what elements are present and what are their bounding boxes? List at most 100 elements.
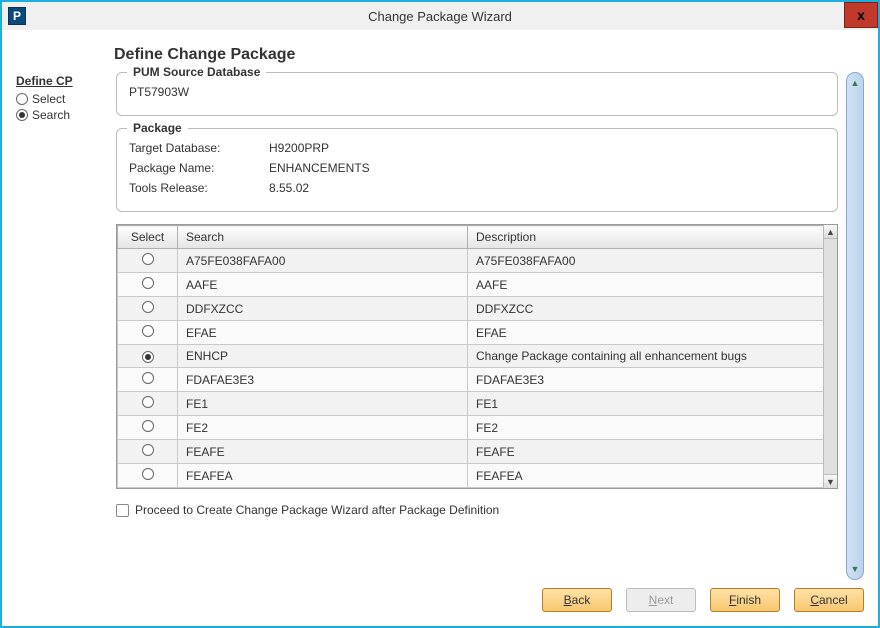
row-description-cell: FE2 — [468, 416, 837, 440]
results-table: Select Search Description A75FE038FAFA00… — [117, 225, 837, 488]
nav-title: Define CP — [16, 74, 116, 88]
row-select-cell[interactable] — [118, 368, 178, 392]
row-select-cell[interactable] — [118, 345, 178, 368]
radio-icon[interactable] — [142, 253, 154, 265]
col-header-select[interactable]: Select — [118, 226, 178, 249]
titlebar: P Change Package Wizard x — [2, 2, 878, 30]
close-button[interactable]: x — [844, 2, 878, 28]
row-search-cell: FEAFE — [178, 440, 468, 464]
radio-icon[interactable] — [142, 444, 154, 456]
window-title: Change Package Wizard — [2, 9, 878, 24]
row-search-cell: ENHCP — [178, 345, 468, 368]
proceed-checkbox-row[interactable]: Proceed to Create Change Package Wizard … — [116, 503, 838, 517]
col-header-search[interactable]: Search — [178, 226, 468, 249]
row-description-cell: Change Package containing all enhancemen… — [468, 345, 837, 368]
row-description-cell: A75FE038FAFA00 — [468, 249, 837, 273]
radio-icon — [16, 93, 28, 105]
value: H9200PRP — [269, 141, 329, 155]
label: Tools Release: — [129, 181, 269, 195]
row-select-cell[interactable] — [118, 321, 178, 345]
row-select-cell[interactable] — [118, 440, 178, 464]
row-description-cell: DDFXZCC — [468, 297, 837, 321]
page-heading: Define Change Package — [114, 46, 864, 64]
radio-icon[interactable] — [142, 468, 154, 480]
row-search-cell: EFAE — [178, 321, 468, 345]
label: Target Database: — [129, 141, 269, 155]
content-area: PUM Source Database PT57903W Package Tar… — [116, 72, 864, 580]
scroll-down-icon[interactable]: ▼ — [847, 561, 863, 577]
package-row-tools: Tools Release: 8.55.02 — [129, 181, 825, 195]
radio-icon — [16, 109, 28, 121]
value: ENHANCEMENTS — [269, 161, 370, 175]
table-row[interactable]: FEAFEAFEAFEA — [118, 464, 837, 488]
content-scroll: PUM Source Database PT57903W Package Tar… — [116, 72, 846, 580]
row-select-cell[interactable] — [118, 249, 178, 273]
radio-icon[interactable] — [142, 396, 154, 408]
table-row[interactable]: FE2FE2 — [118, 416, 837, 440]
row-search-cell: FE2 — [178, 416, 468, 440]
panel-legend: PUM Source Database — [127, 65, 266, 79]
panel-legend: Package — [127, 121, 188, 135]
table-row[interactable]: FDAFAE3E3FDAFAE3E3 — [118, 368, 837, 392]
row-description-cell: FEAFE — [468, 440, 837, 464]
row-search-cell: FDAFAE3E3 — [178, 368, 468, 392]
row-select-cell[interactable] — [118, 297, 178, 321]
nav-item-select[interactable]: Select — [16, 92, 116, 106]
table-row[interactable]: FE1FE1 — [118, 392, 837, 416]
radio-icon[interactable] — [142, 372, 154, 384]
radio-icon[interactable] — [142, 277, 154, 289]
radio-icon[interactable] — [142, 420, 154, 432]
next-button: Next — [626, 588, 696, 612]
app-icon: P — [8, 7, 26, 25]
value: 8.55.02 — [269, 181, 309, 195]
table-row[interactable]: FEAFEFEAFE — [118, 440, 837, 464]
checkbox-icon[interactable] — [116, 504, 129, 517]
wizard-window: P Change Package Wizard x Define Change … — [0, 0, 880, 628]
row-search-cell: FE1 — [178, 392, 468, 416]
row-search-cell: FEAFEA — [178, 464, 468, 488]
package-row-target: Target Database: H9200PRP — [129, 141, 825, 155]
scroll-up-icon[interactable]: ▲ — [847, 75, 863, 91]
client-area: Define Change Package Define CP Select S… — [2, 30, 878, 626]
radio-icon[interactable] — [142, 301, 154, 313]
scroll-up-icon[interactable]: ▲ — [824, 225, 837, 239]
button-bar: Back Next Finish Cancel — [16, 588, 864, 612]
grid-scrollbar[interactable]: ▲ ▼ — [823, 225, 837, 488]
table-row[interactable]: DDFXZCCDDFXZCC — [118, 297, 837, 321]
radio-icon[interactable] — [142, 351, 154, 363]
row-description-cell: FEAFEA — [468, 464, 837, 488]
row-select-cell[interactable] — [118, 392, 178, 416]
package-row-name: Package Name: ENHANCEMENTS — [129, 161, 825, 175]
col-header-description[interactable]: Description — [468, 226, 837, 249]
scrollbar-track[interactable]: ▲ ▼ — [846, 72, 864, 580]
row-search-cell: A75FE038FAFA00 — [178, 249, 468, 273]
content-scrollbar[interactable]: ▲ ▼ — [846, 72, 864, 580]
finish-button[interactable]: Finish — [710, 588, 780, 612]
body-row: Define CP Select Search PUM Source Datab… — [16, 72, 864, 580]
package-panel: Package Target Database: H9200PRP Packag… — [116, 128, 838, 212]
label: Package Name: — [129, 161, 269, 175]
row-select-cell[interactable] — [118, 464, 178, 488]
nav-item-label: Search — [32, 108, 70, 122]
left-nav: Define CP Select Search — [16, 72, 116, 580]
row-search-cell: AAFE — [178, 273, 468, 297]
table-row[interactable]: A75FE038FAFA00A75FE038FAFA00 — [118, 249, 837, 273]
radio-icon[interactable] — [142, 325, 154, 337]
cancel-button[interactable]: Cancel — [794, 588, 864, 612]
proceed-checkbox-label: Proceed to Create Change Package Wizard … — [135, 503, 499, 517]
table-row[interactable]: EFAEEFAE — [118, 321, 837, 345]
row-description-cell: EFAE — [468, 321, 837, 345]
nav-item-search[interactable]: Search — [16, 108, 116, 122]
row-select-cell[interactable] — [118, 416, 178, 440]
row-select-cell[interactable] — [118, 273, 178, 297]
back-button[interactable]: Back — [542, 588, 612, 612]
pum-source-panel: PUM Source Database PT57903W — [116, 72, 838, 116]
row-search-cell: DDFXZCC — [178, 297, 468, 321]
row-description-cell: FE1 — [468, 392, 837, 416]
row-description-cell: AAFE — [468, 273, 837, 297]
table-row[interactable]: AAFEAAFE — [118, 273, 837, 297]
scroll-down-icon[interactable]: ▼ — [824, 474, 837, 488]
pum-source-value: PT57903W — [129, 85, 189, 99]
results-grid: Select Search Description A75FE038FAFA00… — [116, 224, 838, 489]
table-row[interactable]: ENHCPChange Package containing all enhan… — [118, 345, 837, 368]
